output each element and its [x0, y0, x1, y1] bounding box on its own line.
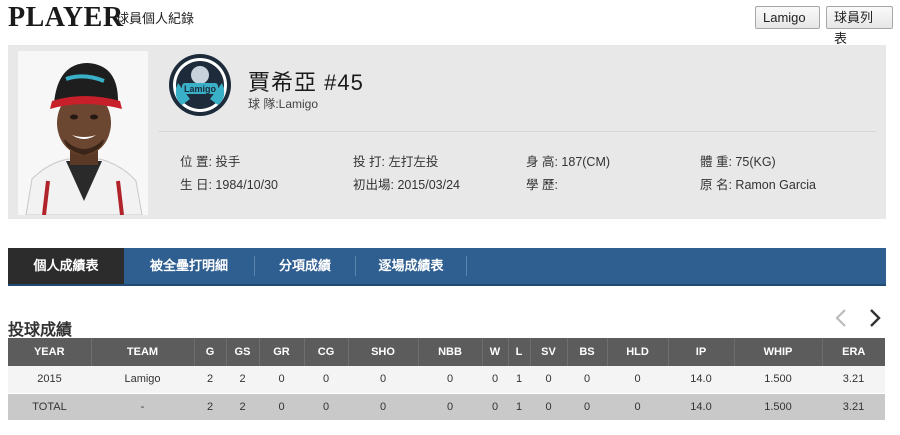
- player-photo: [18, 51, 148, 215]
- record-tabs: 個人成績表 被全壘打明細 分項成績 逐場成績表: [8, 248, 886, 286]
- page-subtitle: 球員個人紀錄: [116, 11, 195, 26]
- pitching-stats-table: YEAR TEAM G GS GR CG SHO NBB W L SV BS H…: [8, 338, 885, 420]
- table-cell: 0: [418, 393, 482, 420]
- chevron-right-icon[interactable]: [862, 306, 886, 330]
- column-header: CG: [304, 338, 349, 366]
- info-original-name: 原 名: Ramon Garcia: [700, 178, 817, 192]
- player-name: 賈希亞 #45: [248, 70, 364, 95]
- column-header: W: [482, 338, 509, 366]
- table-cell: 0: [482, 366, 508, 394]
- column-header: L: [508, 338, 531, 366]
- tab-game-log[interactable]: 逐場成績表: [356, 248, 466, 284]
- table-cell: 0: [304, 393, 348, 420]
- table-cell: 0: [567, 366, 607, 394]
- table-cell: 0: [530, 393, 567, 420]
- column-header: GR: [259, 338, 305, 366]
- team-logo: Lamigo: [168, 53, 232, 117]
- column-header: SV: [530, 338, 568, 366]
- table-cell: 2: [226, 393, 259, 420]
- page-header: PLAYER 球員個人紀錄 Lamigo 球員列表: [8, 2, 893, 46]
- tab-personal-stats[interactable]: 個人成績表: [8, 248, 124, 284]
- tab-split-stats[interactable]: 分項成績: [255, 248, 355, 284]
- table-cell: 2: [226, 366, 259, 394]
- table-cell: 0: [259, 366, 304, 394]
- table-cell: -: [91, 393, 194, 420]
- info-height: 身 高: 187(CM): [526, 155, 611, 169]
- info-education: 學 歷:: [526, 178, 558, 192]
- table-cell: 0: [348, 393, 418, 420]
- table-cell: 1.500: [734, 366, 822, 394]
- column-header: NBB: [418, 338, 483, 366]
- chevron-left-icon[interactable]: [830, 306, 854, 330]
- tab-home-runs-allowed[interactable]: 被全壘打明細: [124, 248, 254, 284]
- column-header: BS: [567, 338, 608, 366]
- table-cell: 1.500: [734, 393, 822, 420]
- info-birthday: 生 日: 1984/10/30: [180, 178, 278, 192]
- table-total-row: TOTAL - 2 2 0 0 0 0 0 1 0 0 0 14.0 1.500…: [8, 393, 885, 420]
- table-cell: 0: [607, 393, 668, 420]
- profile-divider: [158, 131, 876, 132]
- table-cell: 0: [482, 393, 508, 420]
- column-header: ERA: [822, 338, 885, 366]
- info-bats-throws: 投 打: 左打左投: [353, 155, 439, 169]
- column-header: YEAR: [8, 338, 92, 366]
- table-cell: 2: [194, 366, 226, 394]
- table-cell: 0: [348, 366, 418, 394]
- table-cell: 2015: [8, 366, 91, 394]
- section-title: 投球成績: [8, 322, 73, 339]
- table-cell: 0: [418, 366, 482, 394]
- table-cell: 1: [508, 366, 530, 394]
- table-cell: 0: [607, 366, 668, 394]
- column-header: WHIP: [734, 338, 823, 366]
- svg-text:Lamigo: Lamigo: [184, 84, 217, 94]
- column-header: SHO: [348, 338, 419, 366]
- player-profile-panel: Lamigo 賈希亞 #45 球 隊:Lamigo 位 置: 投手 投 打: 左…: [8, 45, 886, 219]
- table-cell: 0: [530, 366, 567, 394]
- column-header: HLD: [607, 338, 669, 366]
- player-list-button[interactable]: 球員列表: [826, 6, 893, 46]
- table-cell: 3.21: [822, 393, 885, 420]
- player-team: 球 隊:Lamigo: [248, 97, 319, 111]
- team-button[interactable]: Lamigo: [755, 6, 820, 29]
- table-cell: 0: [567, 393, 607, 420]
- info-debut: 初出場: 2015/03/24: [353, 178, 461, 192]
- table-row: 2015 Lamigo 2 2 0 0 0 0 0 1 0 0 0 14.0 1…: [8, 366, 885, 394]
- table-cell: Lamigo: [91, 366, 194, 394]
- table-cell: 14.0: [668, 366, 734, 394]
- column-header: TEAM: [91, 338, 195, 366]
- info-position: 位 置: 投手: [180, 155, 241, 169]
- table-cell: 0: [304, 366, 348, 394]
- column-header: G: [194, 338, 227, 366]
- table-cell: 1: [508, 393, 530, 420]
- tab-separator: [466, 256, 467, 276]
- table-cell: 3.21: [822, 366, 885, 394]
- page-title: PLAYER: [8, 2, 124, 33]
- column-header: GS: [226, 338, 260, 366]
- table-cell: 0: [259, 393, 304, 420]
- table-cell: TOTAL: [8, 393, 91, 420]
- table-header-row: YEAR TEAM G GS GR CG SHO NBB W L SV BS H…: [8, 338, 885, 366]
- table-cell: 14.0: [668, 393, 734, 420]
- table-cell: 2: [194, 393, 226, 420]
- column-header: IP: [668, 338, 735, 366]
- info-weight: 體 重: 75(KG): [700, 155, 776, 169]
